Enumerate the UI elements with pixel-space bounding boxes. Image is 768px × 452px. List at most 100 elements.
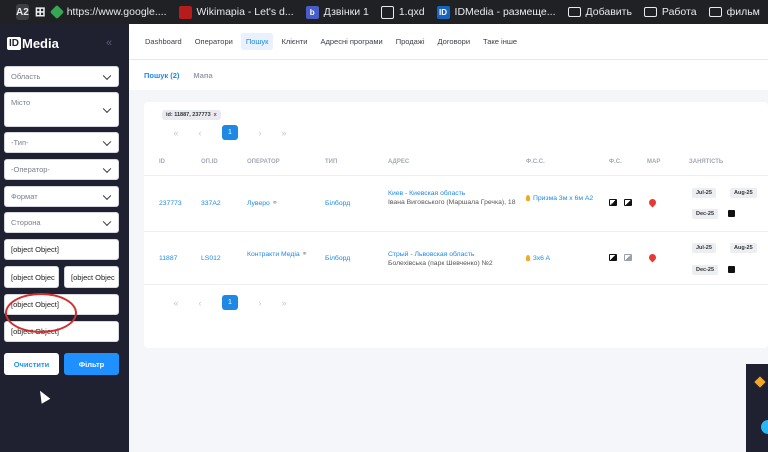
nav-search[interactable]: Пошук xyxy=(240,33,274,50)
last-page-icon[interactable]: » xyxy=(272,128,296,138)
map-pin-icon[interactable] xyxy=(647,197,658,208)
row1-id[interactable]: 237773 xyxy=(159,199,182,208)
row2-city[interactable]: Стрый - Львовская область xyxy=(388,250,474,259)
nav-contracts[interactable]: Договори xyxy=(438,33,471,50)
bookmark-wikimapia[interactable]: Wikimapia - Let's d... xyxy=(178,5,294,19)
row2-fss[interactable]: 3x6 A xyxy=(526,254,550,263)
pagination-bottom: « ‹ 1 › » xyxy=(164,295,296,310)
prev-page-icon[interactable]: ‹ xyxy=(188,128,212,138)
row2-op-id[interactable]: LS012 xyxy=(201,254,221,263)
object-input-3[interactable]: [object Objec xyxy=(64,266,119,288)
photo-icon[interactable] xyxy=(624,199,632,206)
save-icon[interactable] xyxy=(728,266,735,273)
occupancy-badge: Jul-25 xyxy=(692,243,716,253)
prev-page-icon[interactable]: ‹ xyxy=(188,298,212,308)
top-nav: Dashboard Оператори Пошук Клієнти Адресн… xyxy=(129,24,768,60)
nav-address-programs[interactable]: Адресні програми xyxy=(320,33,382,50)
header-type[interactable]: ТИП xyxy=(325,159,337,165)
chip-close-icon[interactable]: x xyxy=(214,112,217,118)
logo[interactable]: ID Media xyxy=(7,36,59,51)
object-input-2[interactable]: [object Objec xyxy=(4,266,59,288)
occupancy-badge: Dec-25 xyxy=(692,265,719,275)
header-fss[interactable]: Ф.С.С. xyxy=(526,159,545,165)
first-page-icon[interactable]: « xyxy=(164,128,188,138)
last-page-icon[interactable]: » xyxy=(272,298,296,308)
side-select[interactable]: Сторона xyxy=(4,212,119,233)
map-pin-icon[interactable] xyxy=(647,252,658,263)
page-1-button[interactable]: 1 xyxy=(222,125,238,140)
next-page-icon[interactable]: › xyxy=(248,298,272,308)
header-operator[interactable]: ОПЕРАТОР xyxy=(247,159,280,165)
filter-button[interactable]: Фільтр xyxy=(64,353,119,375)
tab-search-results[interactable]: Пошук (2) xyxy=(144,71,179,80)
logo-box: ID xyxy=(7,37,21,50)
folder-icon xyxy=(708,7,722,17)
photo-icon[interactable] xyxy=(609,254,617,261)
row2-type[interactable]: Білборд xyxy=(325,254,350,263)
nav-other[interactable]: Таке інше xyxy=(483,33,517,50)
row-divider xyxy=(144,175,768,176)
row2-operator[interactable]: Контракти Медіа ⚭ xyxy=(247,250,317,259)
bookmark-google-maps[interactable]: https://www.google.... xyxy=(49,4,167,20)
format-select[interactable]: Формат xyxy=(4,186,119,207)
row2-id[interactable]: 11887 xyxy=(159,254,177,263)
occupancy-badge: Dec-25 xyxy=(692,209,719,219)
chevron-down-icon xyxy=(102,191,112,200)
bookmark-folder-work[interactable]: Работа xyxy=(643,6,697,18)
next-page-icon[interactable]: › xyxy=(248,128,272,138)
sidebar: ID Media « Область Місто -Тип- -Оператор… xyxy=(0,24,129,452)
extension-a2[interactable]: A2 xyxy=(16,4,29,20)
google-maps-icon xyxy=(49,4,64,20)
chevron-down-icon xyxy=(102,71,112,80)
nav-sales[interactable]: Продажі xyxy=(396,33,425,50)
bookmark-folder-films[interactable]: фильм xyxy=(708,6,760,18)
clear-button[interactable]: Очистити xyxy=(4,353,59,375)
bookmark-dzvinky[interactable]: b Дзвінки 1 xyxy=(305,5,369,19)
header-fs[interactable]: Ф.С. xyxy=(609,159,622,165)
row1-operator[interactable]: Луверо ⚭ xyxy=(247,199,278,208)
region-select[interactable]: Область xyxy=(4,66,119,87)
save-icon[interactable] xyxy=(728,210,735,217)
row1-fss[interactable]: Призма 3м х 6м A2 xyxy=(526,194,611,203)
collapse-sidebar-icon[interactable]: « xyxy=(106,37,112,49)
bookmark-folder-add[interactable]: Добавить xyxy=(567,6,632,18)
bookmark-qxd[interactable]: 1.qxd xyxy=(380,5,425,19)
row1-city[interactable]: Киев - Киевская область xyxy=(388,189,465,198)
header-map[interactable]: МАР xyxy=(647,159,660,165)
photo-icon[interactable] xyxy=(609,199,617,206)
operator-select[interactable]: -Оператор- xyxy=(4,159,119,180)
page-1-button[interactable]: 1 xyxy=(222,295,238,310)
row1-type[interactable]: Білборд xyxy=(325,199,350,208)
photo-placeholder-icon[interactable] xyxy=(624,254,632,261)
apps-grid-icon[interactable]: ⊞ xyxy=(35,4,46,20)
bookmark-idmedia[interactable]: ID IDMedia - размеще... xyxy=(436,5,556,19)
object-input-1[interactable]: [object Object] xyxy=(4,239,119,260)
chat-widget[interactable] xyxy=(746,364,768,452)
chevron-down-icon xyxy=(102,137,112,146)
results-card: id: 11887, 237773 x « ‹ 1 › » ID ОП.ID ОП… xyxy=(144,102,768,348)
header-id[interactable]: ID xyxy=(159,159,165,165)
bookmarks-bar: A2 ⊞ https://www.google.... Wikimapia - … xyxy=(0,0,768,24)
folder-icon xyxy=(567,7,581,17)
red-circle-annotation xyxy=(5,293,77,333)
occupancy-badge: Aug-25 xyxy=(730,243,757,253)
header-op-id[interactable]: ОП.ID xyxy=(201,159,218,165)
link-icon[interactable]: ⚭ xyxy=(272,199,278,208)
row2-address: Болехівська (парк Шевченко) №2 xyxy=(388,260,493,267)
nav-clients[interactable]: Клієнти xyxy=(281,33,307,50)
nav-operators[interactable]: Оператори xyxy=(195,33,233,50)
widget-bubble-icon[interactable] xyxy=(761,420,768,434)
bulb-icon xyxy=(526,255,530,262)
row1-op-id[interactable]: 337A2 xyxy=(201,199,221,208)
type-select[interactable]: -Тип- xyxy=(4,132,119,153)
row-divider xyxy=(144,231,768,232)
chevron-down-icon xyxy=(102,104,112,113)
nav-dashboard[interactable]: Dashboard xyxy=(145,33,182,50)
header-address[interactable]: АДРЕС xyxy=(388,159,409,165)
pagination-top: « ‹ 1 › » xyxy=(164,125,296,140)
header-occupancy[interactable]: ЗАНЯТІСТЬ xyxy=(689,159,723,165)
tab-map[interactable]: Мапа xyxy=(193,71,212,80)
city-select[interactable]: Місто xyxy=(4,92,119,127)
first-page-icon[interactable]: « xyxy=(164,298,188,308)
link-icon[interactable]: ⚭ xyxy=(302,250,308,259)
